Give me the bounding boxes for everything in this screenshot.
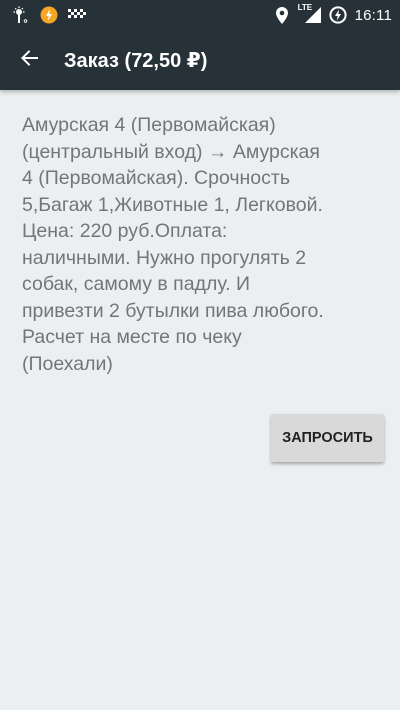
request-button[interactable]: ЗАПРОСИТЬ: [271, 414, 384, 462]
page-title: Заказ (72,50 ₽): [64, 49, 208, 72]
order-description: Амурская 4 (Первомайская) (центральный в…: [22, 114, 324, 375]
signal-icon: LTE: [297, 3, 321, 24]
back-button[interactable]: [0, 30, 60, 90]
data-saver-icon: [328, 6, 347, 24]
bolt-notification-icon: [40, 6, 58, 24]
status-bar-system: LTE 16:11: [273, 3, 392, 24]
status-time: 16:11: [354, 6, 392, 24]
weather-icon: [12, 6, 30, 24]
network-type-label: LTE: [297, 3, 313, 12]
status-bar-notifications: [12, 6, 86, 24]
arrow-back-icon: [21, 49, 39, 72]
app-bar: Заказ (72,50 ₽): [0, 30, 400, 90]
taxi-checker-icon: [68, 6, 86, 24]
location-icon: [273, 6, 291, 24]
status-bar: LTE 16:11: [0, 0, 400, 30]
